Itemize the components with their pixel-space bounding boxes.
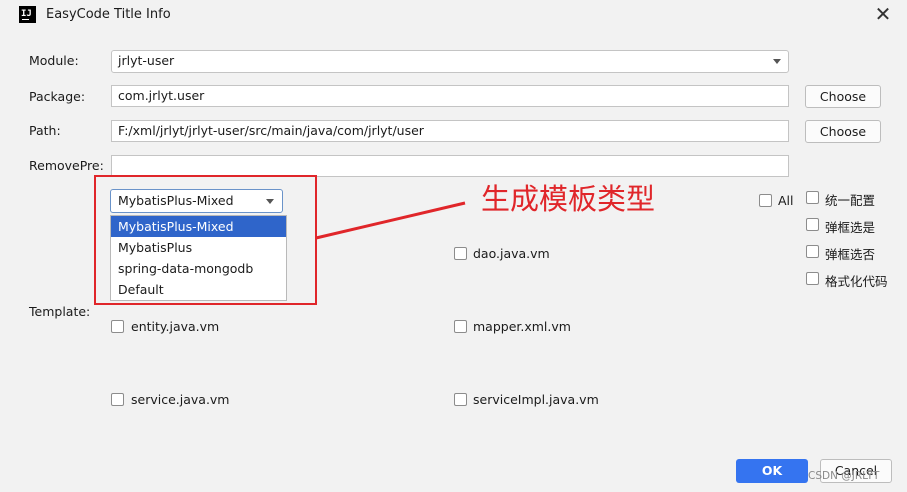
chevron-down-icon	[773, 59, 781, 64]
serviceimpl-checkbox-label: serviceImpl.java.vm	[473, 392, 599, 407]
path-choose-button[interactable]: Choose	[805, 120, 881, 143]
popup-select-yes-checkbox[interactable]	[806, 218, 819, 231]
template-label: Template:	[29, 304, 91, 319]
module-label: Module:	[29, 53, 79, 68]
module-select[interactable]: jrlyt-user	[111, 50, 789, 73]
mapper-checkbox[interactable]	[454, 320, 467, 333]
mapper-checkbox-label: mapper.xml.vm	[473, 319, 571, 334]
format-code-label: 格式化代码	[825, 274, 888, 289]
watermark: CSDN @JRLYT	[808, 470, 880, 482]
module-select-value: jrlyt-user	[118, 53, 175, 68]
ok-button[interactable]: OK	[736, 459, 808, 483]
unified-config-label: 统一配置	[825, 193, 876, 208]
intellij-app-icon: IJ	[19, 6, 36, 23]
annotation-arrow-line	[315, 201, 466, 240]
package-choose-button[interactable]: Choose	[805, 85, 881, 108]
entity-checkbox[interactable]	[111, 320, 124, 333]
popup-select-yes-label: 弹框选是	[825, 220, 876, 235]
unified-config-checkbox[interactable]	[806, 191, 819, 204]
popup-select-no-label: 弹框选否	[825, 247, 876, 262]
window-title: EasyCode Title Info	[46, 7, 171, 22]
close-icon[interactable]: ✕	[872, 3, 894, 25]
service-checkbox[interactable]	[111, 393, 124, 406]
annotation-highlight-box	[94, 175, 317, 305]
package-label: Package:	[29, 89, 86, 104]
title-bar: IJ EasyCode Title Info ✕	[0, 0, 907, 30]
dao-checkbox[interactable]	[454, 247, 467, 260]
path-label: Path:	[29, 123, 61, 138]
easycode-dialog: IJ EasyCode Title Info ✕ Module: jrlyt-u…	[0, 0, 907, 492]
removepre-label: RemovePre:	[29, 158, 104, 173]
removepre-input[interactable]	[111, 155, 789, 177]
format-code-checkbox[interactable]	[806, 272, 819, 285]
entity-checkbox-label: entity.java.vm	[131, 319, 220, 334]
popup-select-no-checkbox[interactable]	[806, 245, 819, 258]
dao-checkbox-label: dao.java.vm	[473, 246, 550, 261]
serviceimpl-checkbox[interactable]	[454, 393, 467, 406]
annotation-text: 生成模板类型	[481, 182, 656, 216]
all-checkbox-label: All	[778, 193, 794, 208]
path-input[interactable]: F:/xml/jrlyt/jrlyt-user/src/main/java/co…	[111, 120, 789, 142]
all-checkbox[interactable]	[759, 194, 772, 207]
package-input[interactable]: com.jrlyt.user	[111, 85, 789, 107]
service-checkbox-label: service.java.vm	[131, 392, 230, 407]
